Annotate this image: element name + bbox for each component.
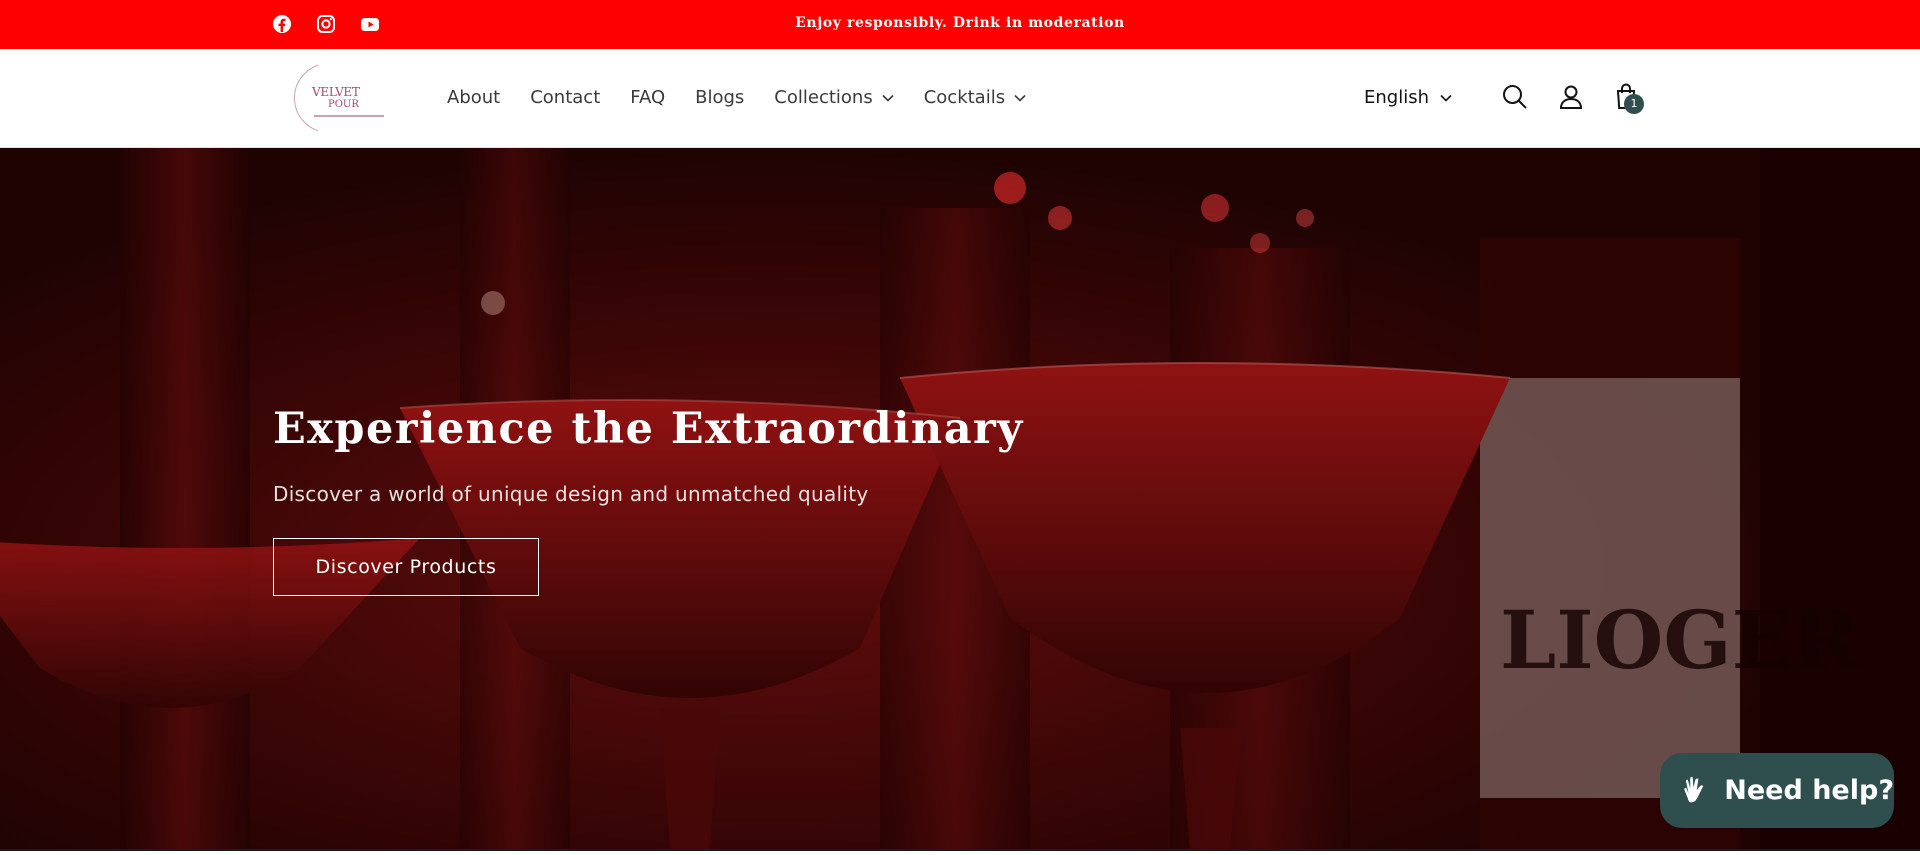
chevron-down-icon [882,94,894,102]
page-divider [0,849,1920,855]
logo-line1: VELVET [312,85,360,99]
chevron-down-icon [1014,94,1026,102]
cart-count-badge: 1 [1624,94,1644,114]
logo-line2: POUR [328,99,359,110]
nav-label: About [447,87,501,108]
nav-label: Collections [774,87,873,108]
discover-products-button[interactable]: Discover Products [273,538,539,596]
announcement-text: Enjoy responsibly. Drink in moderation [795,15,1125,31]
chevron-down-icon [1440,94,1452,102]
hero-subtitle: Discover a world of unique design and un… [273,482,869,506]
announcement-bar: Enjoy responsibly. Drink in moderation [0,0,1920,49]
main-nav: About Contact FAQ Blogs Collections Cock… [447,87,1056,108]
nav-collections[interactable]: Collections [774,87,894,108]
nav-cocktails[interactable]: Cocktails [924,87,1026,108]
nav-label: Blogs [695,87,745,108]
help-chat-button[interactable]: Need help? [1660,753,1894,828]
logo[interactable]: VELVET POUR [288,57,388,139]
nav-about[interactable]: About [447,87,500,108]
nav-contact[interactable]: Contact [530,87,600,108]
nav-blogs[interactable]: Blogs [695,87,744,108]
waving-hand-icon [1684,776,1704,802]
hero-title: Experience the Extraordinary [273,404,1024,454]
help-label: Need help? [1724,775,1894,806]
nav-label: Cocktails [923,87,1006,108]
hero-banner: LIOGER Experience the Extraordinary Disc… [0,148,1920,849]
nav-label: FAQ [630,87,666,108]
nav-faq[interactable]: FAQ [630,87,665,108]
search-icon[interactable] [1500,82,1530,112]
language-label: English [1364,87,1429,108]
logo-tagline-rule [314,115,384,117]
nav-label: Contact [530,87,601,108]
account-icon[interactable] [1556,82,1586,112]
language-selector[interactable]: English [1364,87,1452,108]
